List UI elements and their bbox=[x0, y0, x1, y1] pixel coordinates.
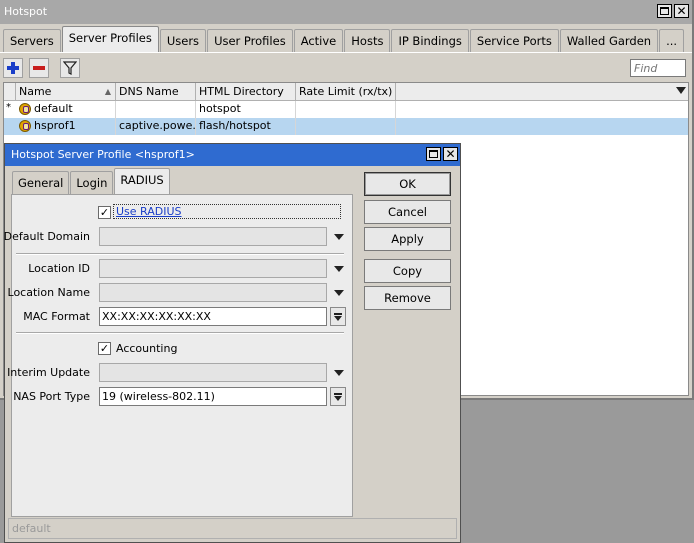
cell-name: hsprof1 bbox=[31, 118, 116, 135]
column-rate-limit[interactable]: Rate Limit (rx/tx) bbox=[296, 83, 396, 101]
dropdown-arrow-icon[interactable] bbox=[334, 234, 344, 240]
tab-general[interactable]: General bbox=[12, 171, 70, 194]
add-button[interactable] bbox=[3, 58, 23, 78]
minus-icon bbox=[33, 66, 45, 70]
dropdown-arrow-icon[interactable] bbox=[334, 266, 344, 272]
radius-panel: ✓ Use RADIUS Default Domain Location ID … bbox=[4, 194, 353, 517]
toolbar bbox=[0, 52, 692, 82]
use-radius-checkbox[interactable]: ✓ bbox=[98, 206, 111, 219]
remove-button[interactable]: Remove bbox=[364, 286, 451, 310]
column-dns-name[interactable]: DNS Name bbox=[116, 83, 196, 101]
location-name-label: Location Name bbox=[7, 286, 90, 299]
column-name[interactable]: Name ▲ bbox=[16, 83, 116, 101]
apply-button[interactable]: Apply bbox=[364, 227, 451, 251]
server-profile-dialog: Hotspot Server Profile <hsprof1> ✕ Gener… bbox=[4, 143, 461, 543]
mac-format-dropdown-button[interactable] bbox=[330, 307, 346, 326]
cell-rate bbox=[296, 101, 396, 118]
location-id-field[interactable] bbox=[99, 259, 327, 278]
mac-format-select[interactable]: XX:XX:XX:XX:XX:XX bbox=[99, 307, 327, 326]
column-menu-icon[interactable] bbox=[676, 87, 686, 94]
interim-update-label: Interim Update bbox=[7, 366, 90, 379]
tab-walled-garden[interactable]: Walled Garden bbox=[559, 29, 659, 52]
dialog-maximize-button[interactable] bbox=[426, 147, 441, 161]
mac-format-label: MAC Format bbox=[23, 310, 90, 323]
tab-ip-bindings[interactable]: IP Bindings bbox=[391, 29, 469, 52]
divider bbox=[16, 332, 344, 334]
accounting-label[interactable]: Accounting bbox=[116, 342, 177, 355]
flag-column-header bbox=[4, 83, 16, 101]
tab-servers[interactable]: Servers bbox=[3, 29, 61, 52]
dropdown-arrow-icon[interactable] bbox=[334, 290, 344, 296]
hotspot-profile-icon bbox=[19, 120, 31, 132]
tab-users[interactable]: Users bbox=[159, 29, 207, 52]
use-radius-label[interactable]: Use RADIUS bbox=[113, 204, 341, 219]
location-id-label: Location ID bbox=[28, 262, 90, 275]
close-icon: ✕ bbox=[676, 4, 687, 18]
nas-port-type-label: NAS Port Type bbox=[13, 390, 90, 403]
dropdown-arrow-icon bbox=[334, 395, 342, 401]
dropdown-arrow-icon[interactable] bbox=[334, 370, 344, 376]
table-header: Name ▲ DNS Name HTML Directory Rate Limi… bbox=[4, 83, 688, 101]
status-bar: default bbox=[8, 518, 457, 539]
cancel-button[interactable]: Cancel bbox=[364, 200, 451, 224]
interim-update-field[interactable] bbox=[99, 363, 327, 382]
sort-arrow-icon: ▲ bbox=[104, 87, 111, 96]
main-tabbar: Servers Server Profiles Users User Profi… bbox=[3, 26, 685, 52]
cell-dns bbox=[116, 101, 196, 118]
close-button[interactable]: ✕ bbox=[674, 4, 689, 18]
hotspot-profile-icon bbox=[19, 103, 31, 115]
default-domain-label: Default Domain bbox=[3, 230, 90, 243]
plus-icon bbox=[7, 62, 19, 74]
maximize-icon bbox=[429, 150, 438, 158]
checkmark-icon: ✓ bbox=[99, 342, 110, 355]
default-domain-field[interactable] bbox=[99, 227, 327, 246]
tab-radius[interactable]: RADIUS bbox=[114, 168, 170, 194]
dialog-close-button[interactable]: ✕ bbox=[443, 147, 458, 161]
window-title: Hotspot bbox=[0, 0, 692, 24]
tab-hosts[interactable]: Hosts bbox=[344, 29, 391, 52]
table-row[interactable]: * default hotspot bbox=[4, 101, 688, 118]
remove-button[interactable] bbox=[29, 58, 49, 78]
divider bbox=[16, 253, 344, 255]
close-icon: ✕ bbox=[445, 147, 456, 161]
maximize-button[interactable] bbox=[657, 4, 672, 18]
nas-port-type-select[interactable]: 19 (wireless-802.11) bbox=[99, 387, 327, 406]
nas-port-type-dropdown-button[interactable] bbox=[330, 387, 346, 406]
filter-icon bbox=[63, 61, 77, 75]
tab-service-ports[interactable]: Service Ports bbox=[469, 29, 559, 52]
dialog-tabbar: General Login RADIUS bbox=[12, 168, 171, 194]
checkmark-icon: ✓ bbox=[99, 206, 110, 219]
find-input[interactable] bbox=[630, 59, 686, 77]
cell-html-dir: flash/hotspot bbox=[196, 118, 296, 135]
tab-user-profiles[interactable]: User Profiles bbox=[207, 29, 293, 52]
maximize-icon bbox=[660, 7, 669, 15]
dropdown-arrow-icon bbox=[334, 315, 342, 321]
cell-dns: captive.powe... bbox=[116, 118, 196, 135]
column-html-directory[interactable]: HTML Directory bbox=[196, 83, 296, 101]
copy-button[interactable]: Copy bbox=[364, 259, 451, 283]
accounting-checkbox[interactable]: ✓ bbox=[98, 342, 111, 355]
cell-rate bbox=[296, 118, 396, 135]
filter-button[interactable] bbox=[60, 58, 80, 78]
cell-html-dir: hotspot bbox=[196, 101, 296, 118]
table-row-selected[interactable]: hsprof1 captive.powe... flash/hotspot bbox=[4, 118, 688, 135]
cell-name: default bbox=[31, 101, 116, 118]
tab-more[interactable]: ... bbox=[659, 29, 685, 52]
location-name-field[interactable] bbox=[99, 283, 327, 302]
default-flag: * bbox=[6, 102, 11, 113]
tab-server-profiles[interactable]: Server Profiles bbox=[61, 26, 159, 52]
tab-login[interactable]: Login bbox=[70, 171, 114, 194]
dialog-title: Hotspot Server Profile <hsprof1> bbox=[5, 144, 460, 166]
ok-button[interactable]: OK bbox=[364, 172, 451, 196]
tab-active[interactable]: Active bbox=[293, 29, 344, 52]
